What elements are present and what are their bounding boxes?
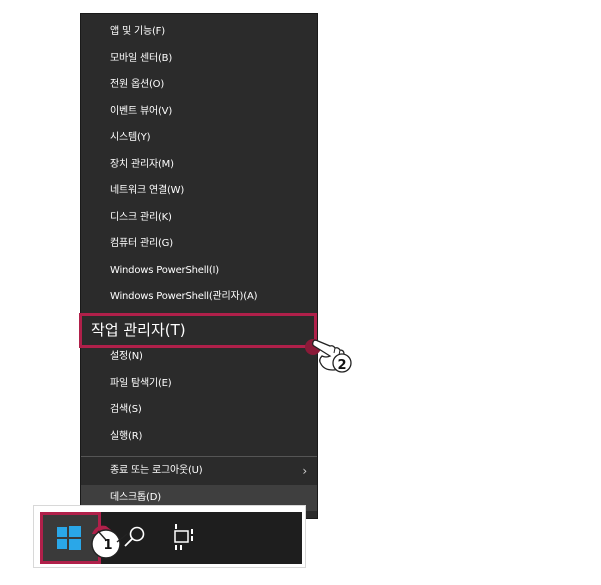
menu-item-network-connections[interactable]: 네트워크 연결(W)	[81, 178, 317, 204]
menu-item-label: 모바일 센터(B)	[110, 53, 173, 64]
task-manager-label: 작업 관리자(T)	[91, 321, 186, 339]
menu-item-search[interactable]: 검색(S)	[81, 397, 317, 423]
menu-item-label: 앱 및 기능(F)	[110, 26, 165, 37]
menu-item-label: 이벤트 뷰어(V)	[110, 106, 173, 117]
menu-item-label: 디스크 관리(K)	[110, 212, 172, 223]
menu-item-label: 데스크톱(D)	[110, 492, 161, 503]
menu-item-label: 검색(S)	[110, 404, 142, 415]
screenshot: 앱 및 기능(F) 모바일 센터(B) 전원 옵션(O) 이벤트 뷰어(V) 시…	[0, 0, 601, 585]
chevron-right-icon: ›	[302, 464, 307, 478]
winx-context-menu: 앱 및 기능(F) 모바일 센터(B) 전원 옵션(O) 이벤트 뷰어(V) 시…	[81, 14, 317, 518]
step-2-badge: 2	[337, 358, 346, 373]
windows-logo-icon	[57, 526, 81, 550]
step-1-badge: 1	[91, 525, 128, 559]
step-2-number: 2	[337, 358, 346, 373]
menu-item-label: 종료 또는 로그아웃(U)	[110, 465, 203, 476]
menu-item-event-viewer[interactable]: 이벤트 뷰어(V)	[81, 99, 317, 125]
menu-item-label: Windows PowerShell(I)	[110, 265, 219, 276]
menu-item-label: 시스템(Y)	[110, 132, 151, 143]
menu-item-mobility-center[interactable]: 모바일 센터(B)	[81, 46, 317, 72]
task-view-icon[interactable]	[172, 523, 196, 551]
menu-item-disk-management[interactable]: 디스크 관리(K)	[81, 205, 317, 231]
menu-item-label: 컴퓨터 관리(G)	[110, 238, 173, 249]
menu-item-device-manager[interactable]: 장치 관리자(M)	[81, 152, 317, 178]
menu-separator	[81, 456, 317, 457]
menu-item-label: 네트워크 연결(W)	[110, 185, 185, 196]
menu-item-powershell-admin[interactable]: Windows PowerShell(관리자)(A)	[81, 284, 317, 310]
menu-item-computer-management[interactable]: 컴퓨터 관리(G)	[81, 231, 317, 257]
menu-item-power-options[interactable]: 전원 옵션(O)	[81, 72, 317, 98]
menu-item-label: 장치 관리자(M)	[110, 159, 174, 170]
menu-item-run[interactable]: 실행(R)	[81, 424, 317, 450]
menu-item-file-explorer[interactable]: 파일 탐색기(E)	[81, 371, 317, 397]
menu-item-label: 실행(R)	[110, 431, 143, 442]
menu-item-label: 설정(N)	[110, 351, 143, 362]
menu-item-apps-features[interactable]: 앱 및 기능(F)	[81, 19, 317, 45]
menu-item-label: Windows PowerShell(관리자)(A)	[110, 291, 258, 302]
menu-item-label: 파일 탐색기(E)	[110, 378, 172, 389]
menu-item-shutdown-signout[interactable]: 종료 또는 로그아웃(U) ›	[81, 458, 317, 484]
menu-item-system[interactable]: 시스템(Y)	[81, 125, 317, 151]
step-1-number: 1	[103, 538, 112, 553]
menu-item-label: 전원 옵션(O)	[110, 79, 165, 90]
menu-item-powershell[interactable]: Windows PowerShell(I)	[81, 258, 317, 284]
hand-pointer-icon	[305, 339, 352, 373]
